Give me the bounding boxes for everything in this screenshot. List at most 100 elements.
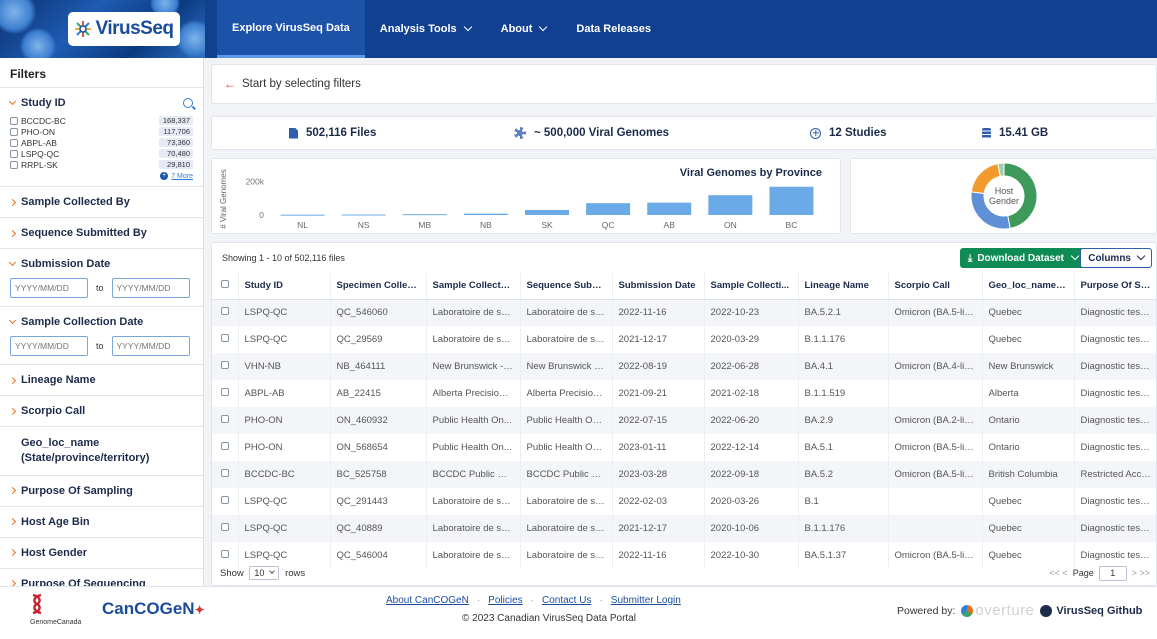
column-header[interactable]: Scorpio Call xyxy=(888,273,983,300)
column-header[interactable]: Sample Collecte... xyxy=(426,273,521,300)
column-header[interactable]: Submission Date xyxy=(612,273,705,300)
nav-analysis-tools[interactable]: Analysis Tools xyxy=(365,0,486,58)
table-cell: PHO-ON xyxy=(238,434,331,461)
nav-explore[interactable]: Explore VirusSeq Data xyxy=(217,0,365,58)
host-gender-card: Host Gender xyxy=(850,158,1157,234)
x-tick-label: AB xyxy=(664,220,676,230)
facet-submission-date[interactable]: Submission Date xyxy=(0,249,203,276)
chevron-down-icon xyxy=(8,258,17,267)
github-label: VirusSeq Github xyxy=(1056,604,1143,617)
study-option[interactable]: BCCDC-BC 168,337 xyxy=(10,115,193,126)
column-header[interactable]: Lineage Name xyxy=(798,273,889,300)
nav-about[interactable]: About xyxy=(486,0,562,58)
row-checkbox[interactable] xyxy=(221,523,229,531)
download-dataset-button[interactable]: ⤓ Download Dataset xyxy=(959,248,1086,268)
row-checkbox[interactable] xyxy=(221,415,229,423)
select-all-checkbox[interactable] xyxy=(221,280,229,289)
search-icon[interactable] xyxy=(183,98,193,108)
facet-host-gender[interactable]: Host Gender xyxy=(0,538,203,569)
prev-page-button[interactable]: << < xyxy=(1049,568,1067,578)
host-gender-donut[interactable]: HostGender xyxy=(851,159,1156,233)
y-tick-label: 0 xyxy=(259,210,264,220)
table-row[interactable]: PHO-ON ON_460932 Public Health On... Public… xyxy=(212,407,1156,434)
stat-label: ~ 500,000 Viral Genomes xyxy=(534,127,670,139)
study-option[interactable]: PHO-ON 117,706 xyxy=(10,126,193,137)
table-row[interactable]: PHO-ON ON_568654 Public Health On... Public… xyxy=(212,434,1156,461)
row-checkbox[interactable] xyxy=(221,388,229,396)
page-size-select[interactable]: 10 xyxy=(249,566,280,580)
column-header[interactable]: Study ID xyxy=(238,273,331,300)
x-tick-label: NB xyxy=(480,220,492,230)
overture-logo[interactable]: overture xyxy=(961,602,1034,619)
genome-canada-logo[interactable]: GenomeCanada xyxy=(30,593,81,626)
table-cell: Laboratoire de sa... xyxy=(426,515,521,542)
study-option[interactable]: ABPL-AB 73,360 xyxy=(10,137,193,148)
page-number-input[interactable]: 1 xyxy=(1098,565,1127,581)
table-row[interactable]: LSPQ-QC QC_29569 Laboratoire de sa... Labor… xyxy=(212,326,1156,353)
checkbox[interactable] xyxy=(10,127,18,136)
nav-data-releases[interactable]: Data Releases xyxy=(561,0,666,58)
facet-scorpio-call[interactable]: Scorpio Call xyxy=(0,396,203,427)
facet-study-id[interactable]: Study ID xyxy=(0,88,203,113)
table-cell: BA.5.1 xyxy=(798,434,889,461)
table-row[interactable]: BCCDC-BC BC_525758 BCCDC Public He... BCCDC… xyxy=(212,461,1156,488)
row-checkbox[interactable] xyxy=(221,550,229,558)
row-select-cell xyxy=(212,353,239,380)
checkbox[interactable] xyxy=(10,149,18,158)
facet-host-age-bin[interactable]: Host Age Bin xyxy=(0,507,203,538)
facet-sample-collected-by[interactable]: Sample Collected By xyxy=(0,187,203,218)
show-more-link[interactable]: +7 More xyxy=(10,172,193,180)
checkbox[interactable] xyxy=(10,160,18,169)
chevron-right-icon xyxy=(8,518,17,526)
next-page-button[interactable]: > >> xyxy=(1132,568,1150,578)
stat-size: 15.41 GB xyxy=(982,127,1048,139)
facet-lineage-name[interactable]: Lineage Name xyxy=(0,365,203,396)
row-checkbox[interactable] xyxy=(221,442,229,450)
column-header[interactable]: Specimen Collec... xyxy=(330,273,427,300)
facet-sequence-submitted-by[interactable]: Sequence Submitted By xyxy=(0,218,203,249)
facet-sample-collection-date[interactable]: Sample Collection Date xyxy=(0,307,203,334)
submission-date-to-input[interactable] xyxy=(111,278,190,298)
study-count: 117,706 xyxy=(159,127,193,136)
facet-label: Purpose Of Sampling xyxy=(21,484,133,497)
contact-us-link[interactable]: Contact Us xyxy=(542,595,591,606)
row-checkbox[interactable] xyxy=(221,496,229,504)
about-cancogen-link[interactable]: About CanCOGeN xyxy=(386,595,469,606)
facet-geo-loc-name[interactable]: Geo_loc_name (State/province/territory) xyxy=(0,427,203,476)
table-cell: Alberta Precision ... xyxy=(520,380,613,407)
table-cell: 2022-06-28 xyxy=(704,353,799,380)
table-row[interactable]: ABPL-AB AB_22415 Alberta Precision ... Albe… xyxy=(212,380,1156,407)
policies-link[interactable]: Policies xyxy=(488,595,522,606)
table-row[interactable]: LSPQ-QC QC_40889 Laboratoire de sa... Labor… xyxy=(212,515,1156,542)
column-header[interactable]: Sequence Subm... xyxy=(520,273,613,300)
copyright: © 2023 Canadian VirusSeq Data Portal xyxy=(462,613,636,624)
column-header[interactable]: Geo_loc_name (... xyxy=(982,273,1075,300)
column-header[interactable]: Purpose Of Sam... xyxy=(1074,273,1156,300)
row-checkbox[interactable] xyxy=(221,307,229,316)
logo-banner[interactable]: VirusSeq xyxy=(0,0,205,58)
facet-purpose-of-sampling[interactable]: Purpose Of Sampling xyxy=(0,476,203,507)
github-link[interactable]: VirusSeq Github xyxy=(1040,604,1143,617)
submission-date-from-input[interactable] xyxy=(10,278,88,298)
row-checkbox[interactable] xyxy=(221,469,229,477)
study-option[interactable]: RRPL-SK 29,810 xyxy=(10,159,193,170)
row-checkbox[interactable] xyxy=(221,361,229,369)
checkbox[interactable] xyxy=(10,116,18,125)
facet-label: Scorpio Call xyxy=(21,405,86,417)
row-checkbox[interactable] xyxy=(221,334,229,342)
collection-date-from-input[interactable] xyxy=(10,336,88,356)
cancogen-logo[interactable]: CanCOGeN✦ xyxy=(102,599,205,619)
study-option[interactable]: LSPQ-QC 70,480 xyxy=(10,148,193,159)
facet-purpose-of-sequencing[interactable]: Purpose Of Sequencing xyxy=(0,569,203,586)
table-row[interactable]: VHN-NB NB_464111 New Brunswick - ... New Br… xyxy=(212,353,1156,380)
column-header[interactable]: Sample Collecti... xyxy=(704,273,799,300)
table-cell: Laboratoire de sa... xyxy=(520,515,613,542)
collection-date-to-input[interactable] xyxy=(111,336,190,356)
checkbox[interactable] xyxy=(10,138,18,147)
table-cell: QC_291443 xyxy=(330,488,427,515)
columns-button[interactable]: Columns xyxy=(1080,248,1152,268)
table-row[interactable]: LSPQ-QC QC_291443 Laboratoire de sa... Labo… xyxy=(212,488,1156,515)
stat-files: 502,116 Files xyxy=(289,127,376,139)
table-row[interactable]: LSPQ-QC QC_546060 Laboratoire de sa... Labo… xyxy=(212,299,1156,326)
submitter-login-link[interactable]: Submitter Login xyxy=(611,595,681,606)
